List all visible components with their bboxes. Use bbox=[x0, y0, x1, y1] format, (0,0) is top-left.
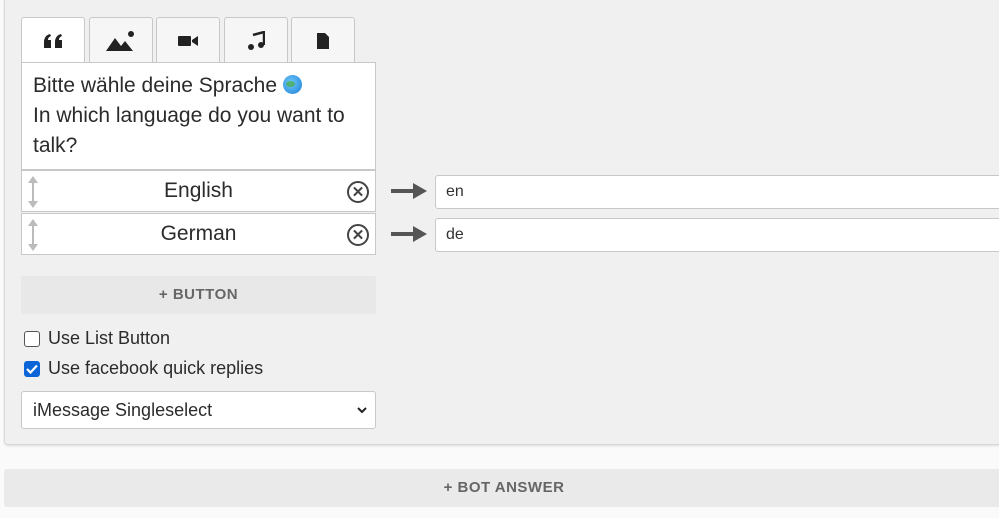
quote-icon bbox=[44, 34, 62, 48]
arrow-right-icon bbox=[391, 183, 427, 199]
payload-input[interactable]: en bbox=[435, 175, 999, 209]
answer-card: Bitte wähle deine Sprache In which langu… bbox=[4, 0, 999, 445]
checkbox-box[interactable] bbox=[24, 330, 40, 347]
add-bot-answer-button[interactable]: + BOT ANSWER bbox=[4, 469, 999, 507]
chevron-down-icon bbox=[357, 407, 367, 414]
message-line-1: Bitte wähle deine Sprache bbox=[33, 74, 277, 97]
remove-button-icon[interactable]: ✕ bbox=[347, 181, 369, 203]
file-icon bbox=[317, 32, 329, 49]
tab-text[interactable] bbox=[21, 17, 85, 64]
message-line-2: In which language do you want to talk? bbox=[33, 104, 345, 157]
add-button[interactable]: + BUTTON bbox=[21, 276, 376, 314]
quick-replies-checkbox[interactable]: Use facebook quick replies bbox=[24, 358, 263, 379]
checkbox-box[interactable] bbox=[24, 360, 40, 377]
remove-button-icon[interactable]: ✕ bbox=[347, 224, 369, 246]
payload-input[interactable]: de bbox=[435, 218, 999, 252]
globe-icon bbox=[282, 75, 302, 94]
music-icon bbox=[248, 30, 265, 50]
quick-reply-button-row: English ✕ bbox=[21, 170, 376, 212]
tab-file[interactable] bbox=[291, 17, 355, 63]
tab-audio[interactable] bbox=[224, 17, 288, 63]
tab-image[interactable] bbox=[89, 17, 153, 63]
list-button-checkbox[interactable]: Use List Button bbox=[24, 328, 170, 349]
checkbox-label: Use List Button bbox=[48, 328, 171, 348]
check-icon bbox=[26, 364, 38, 374]
arrow-right-icon bbox=[391, 226, 427, 242]
select-value: iMessage Singleselect bbox=[33, 400, 213, 420]
checkbox-label: Use facebook quick replies bbox=[48, 358, 264, 378]
button-label[interactable]: English bbox=[22, 171, 375, 213]
message-type-select[interactable]: iMessage Singleselect bbox=[21, 391, 376, 429]
button-label[interactable]: German bbox=[22, 214, 375, 256]
image-icon bbox=[106, 30, 134, 51]
tab-video[interactable] bbox=[156, 17, 220, 63]
quick-reply-button-row: German ✕ bbox=[21, 213, 376, 255]
message-text-editor[interactable]: Bitte wähle deine Sprache In which langu… bbox=[21, 62, 376, 170]
video-icon bbox=[178, 35, 198, 46]
